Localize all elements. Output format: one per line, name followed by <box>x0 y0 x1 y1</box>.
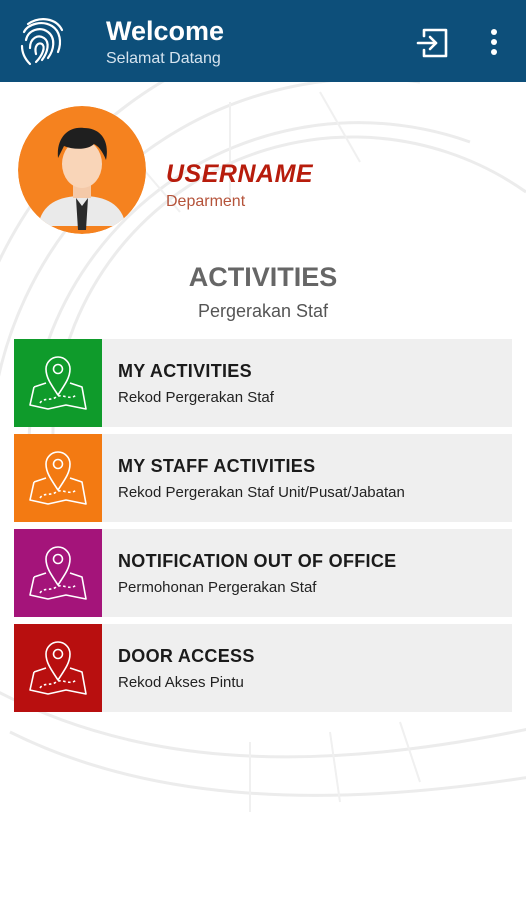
map-pin-icon <box>29 641 87 695</box>
main-content: USERNAME Deparment ACTIVITIES Pergerakan… <box>0 82 526 900</box>
menu-item-subtitle: Permohonan Pergerakan Staf <box>118 579 317 596</box>
menu-item-my-activities[interactable]: MY ACTIVITIES Rekod Pergerakan Staf <box>14 339 512 427</box>
user-avatar-icon[interactable] <box>18 106 146 234</box>
map-pin-icon <box>29 356 87 410</box>
app-bar: Welcome Selamat Datang <box>0 0 526 82</box>
menu-item-subtitle: Rekod Pergerakan Staf <box>118 389 274 406</box>
department-label: Deparment <box>166 193 246 210</box>
map-pin-icon <box>29 451 87 505</box>
menu-item-notification-out-of-office[interactable]: NOTIFICATION OUT OF OFFICE Permohonan Pe… <box>14 529 512 617</box>
more-vert-icon[interactable] <box>482 26 506 58</box>
menu-icon-box <box>14 339 102 427</box>
menu-icon-box <box>14 434 102 522</box>
section-title: ACTIVITIES <box>188 262 338 292</box>
menu-item-title: NOTIFICATION OUT OF OFFICE <box>118 551 397 571</box>
fingerprint-logo-icon <box>20 18 64 66</box>
map-pin-icon <box>29 546 87 600</box>
logout-icon[interactable] <box>414 26 450 60</box>
menu-item-title: MY STAFF ACTIVITIES <box>118 456 316 476</box>
section-subtitle: Pergerakan Staf <box>197 301 329 321</box>
username-label: USERNAME <box>166 160 314 188</box>
menu-icon-box <box>14 529 102 617</box>
menu-item-door-access[interactable]: DOOR ACCESS Rekod Akses Pintu <box>14 624 512 712</box>
menu-item-title: DOOR ACCESS <box>118 646 255 666</box>
menu-item-title: MY ACTIVITIES <box>118 361 252 381</box>
profile-header: USERNAME Deparment <box>18 106 508 236</box>
app-title: Welcome <box>106 16 225 46</box>
menu-item-my-staff-activities[interactable]: MY STAFF ACTIVITIES Rekod Pergerakan Sta… <box>14 434 512 522</box>
app-subtitle: Selamat Datang <box>106 50 221 67</box>
menu-item-subtitle: Rekod Pergerakan Staf Unit/Pusat/Jabatan <box>118 484 405 501</box>
menu-item-subtitle: Rekod Akses Pintu <box>118 674 244 691</box>
menu-icon-box <box>14 624 102 712</box>
